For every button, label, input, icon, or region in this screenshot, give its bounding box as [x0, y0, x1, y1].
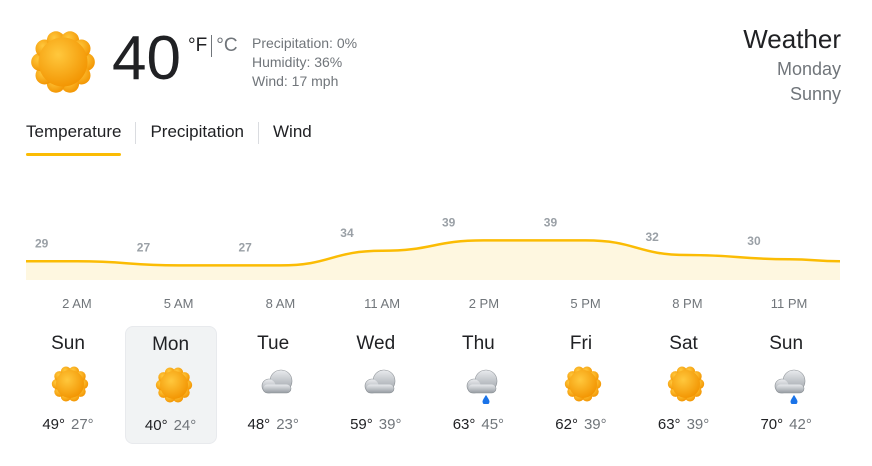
forecast-high: 48°	[247, 416, 271, 433]
forecast-day-fri[interactable]: Fri 62° 39°	[535, 326, 627, 444]
sun-icon	[155, 367, 192, 403]
forecast-day-name: Sat	[669, 333, 698, 354]
temperature-point-label: 39	[442, 215, 456, 229]
rain-cloud-icon	[467, 369, 498, 404]
sun-icon	[564, 366, 602, 402]
forecast-day-sat[interactable]: Sat 63° 39°	[638, 326, 730, 444]
time-label: 8 PM	[672, 296, 702, 310]
temperature-point-label: 27	[239, 240, 253, 254]
current-condition: Sunny	[789, 84, 841, 104]
forecast-high: 59°	[350, 416, 373, 433]
temperature-point-label: 29	[35, 236, 49, 250]
time-label: 8 AM	[266, 296, 296, 310]
temperature-chart: 29 2 AM 27 5 AM 27 8 AM 34 11 AM 39 2 PM 39 5 PM 32 8…	[26, 215, 841, 310]
forecast-day-thu[interactable]: Thu 63° 45°	[432, 326, 524, 444]
forecast-low: 27°	[71, 416, 94, 433]
forecast-temps: 40° 24°	[126, 417, 216, 434]
unit-toggle: °F °C	[188, 35, 238, 57]
temperature-point-label: 32	[646, 230, 660, 244]
forecast-day-name: Fri	[569, 333, 593, 354]
forecast-low: 24°	[173, 417, 197, 434]
forecast-low: 45°	[481, 416, 505, 433]
forecast-day-name: Thu	[462, 333, 495, 354]
humidity-stat: Humidity: 36%	[252, 54, 343, 70]
forecast-day-name: Tue	[257, 333, 290, 354]
forecast-temps: 48° 23°	[227, 416, 319, 433]
time-label: 11 AM	[364, 296, 400, 310]
time-label: 5 PM	[570, 296, 600, 310]
forecast-low: 39°	[583, 416, 607, 433]
forecast-temps: 70° 42°	[740, 416, 832, 433]
forecast-high: 70°	[760, 416, 784, 433]
forecast-high: 62°	[555, 416, 578, 433]
forecast-high: 63°	[452, 416, 476, 433]
forecast-temps: 59° 39°	[330, 416, 422, 433]
unit-celsius-button[interactable]: °C	[216, 35, 237, 57]
tab-divider	[135, 122, 137, 144]
rain-cloud-icon	[774, 369, 806, 404]
forecast-low: 23°	[276, 416, 299, 433]
forecast-high: 49°	[42, 416, 65, 433]
forecast-day-name: Mon	[152, 334, 190, 355]
wind-stat: Wind: 17 mph	[252, 73, 339, 89]
tab-temperature[interactable]: Temperature	[26, 120, 122, 156]
temperature-point-label: 30	[747, 234, 761, 248]
unit-fahrenheit-button[interactable]: °F	[188, 35, 207, 57]
forecast-temps: 63° 39°	[638, 416, 730, 433]
forecast-temps: 62° 39°	[535, 416, 627, 433]
cloud-icon	[261, 369, 293, 394]
forecast-day-wed[interactable]: Wed 59° 39°	[330, 326, 422, 444]
sun-icon	[31, 31, 95, 93]
forecast-day-name: Sun	[769, 333, 804, 354]
temperature-point-label: 34	[340, 226, 354, 240]
unit-divider	[211, 35, 213, 57]
cloud-icon	[364, 369, 396, 394]
forecast-temps: 49° 27°	[22, 416, 114, 433]
forecast-day-sun[interactable]: Sun 70° 42°	[740, 326, 832, 444]
precipitation-stat: Precipitation: 0%	[252, 35, 358, 51]
daily-forecast: Sun 49° 27° Mon 40° 24° Tue 48° 23° Wed 59° 39°…	[22, 326, 848, 444]
time-label: 2 PM	[469, 296, 499, 310]
time-label: 11 PM	[771, 296, 808, 310]
tab-wind[interactable]: Wind	[273, 120, 312, 156]
forecast-day-name: Wed	[356, 333, 396, 354]
forecast-high: 63°	[657, 416, 681, 433]
current-temperature: 40	[112, 24, 181, 93]
forecast-temps: 63° 45°	[432, 416, 524, 433]
forecast-day-mon[interactable]: Mon 40° 24°	[124, 326, 217, 444]
forecast-day-sun[interactable]: Sun 49° 27°	[22, 326, 114, 444]
forecast-day-name: Sun	[51, 333, 85, 354]
forecast-low: 39°	[378, 416, 402, 433]
tab-precipitation[interactable]: Precipitation	[150, 120, 244, 156]
forecast-low: 39°	[686, 416, 710, 433]
weather-title: Weather	[743, 24, 841, 54]
forecast-high: 40°	[144, 417, 168, 434]
forecast-low: 42°	[789, 416, 812, 433]
forecast-day-tue[interactable]: Tue 48° 23°	[227, 326, 319, 444]
current-day: Monday	[776, 59, 841, 79]
temperature-point-label: 27	[137, 240, 151, 254]
time-label: 2 AM	[62, 296, 92, 310]
chart-tabs: Temperature Precipitation Wind	[26, 120, 312, 156]
sun-icon	[667, 366, 704, 402]
time-label: 5 AM	[164, 296, 194, 310]
sun-icon	[51, 366, 89, 402]
tab-divider	[258, 122, 259, 144]
temperature-point-label: 39	[544, 215, 558, 229]
